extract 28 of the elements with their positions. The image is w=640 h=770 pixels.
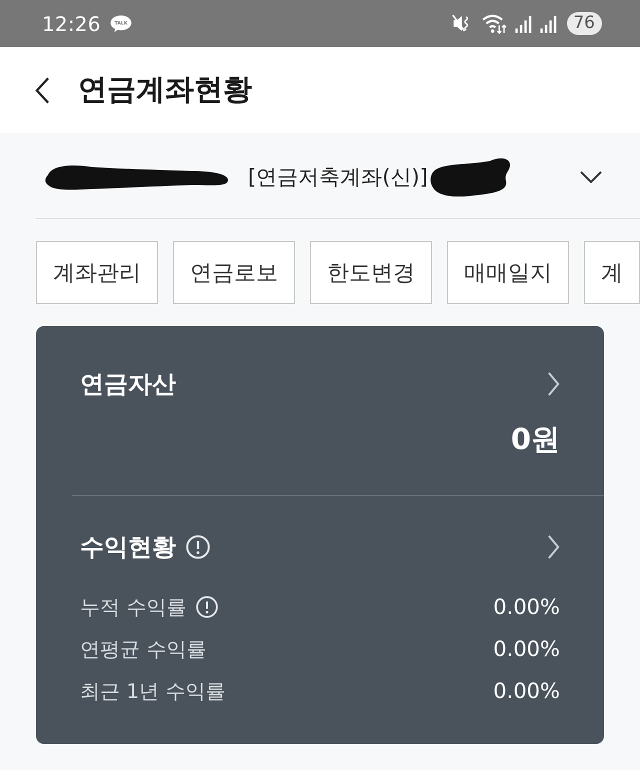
- chevron-right-icon[interactable]: [547, 535, 560, 559]
- signal-icon: [515, 14, 532, 32]
- exclamation-icon[interactable]: [196, 596, 218, 618]
- return-value: 0.00%: [493, 637, 560, 661]
- return-label: 누적 수익률: [80, 594, 186, 620]
- chevron-right-icon[interactable]: [547, 372, 560, 396]
- page-title: 연금계좌현황: [78, 71, 252, 108]
- section-title: 수익현황: [80, 532, 176, 563]
- account-dropdown-button[interactable]: [580, 171, 602, 183]
- return-label: 최근 1년 수익률: [80, 678, 226, 704]
- signal-icon: [540, 14, 558, 32]
- wifi-icon: [482, 13, 508, 34]
- back-icon[interactable]: [35, 76, 50, 104]
- menu-tab[interactable]: 계: [584, 241, 640, 304]
- chevron-down-icon: [580, 171, 602, 183]
- status-time: 12:26: [42, 12, 101, 36]
- asset-amount: 0원: [510, 421, 560, 457]
- menu-tab[interactable]: 계좌관리: [36, 241, 158, 304]
- battery-indicator: 76: [567, 12, 602, 35]
- section-title: 연금자산: [80, 369, 176, 400]
- menu-tab[interactable]: 연금로보: [173, 241, 295, 304]
- return-label: 연평균 수익률: [80, 636, 206, 662]
- return-value: 0.00%: [493, 595, 560, 619]
- return-value: 0.00%: [493, 679, 560, 703]
- exclamation-icon[interactable]: [186, 535, 210, 559]
- account-type: [연금저축계좌(신)]: [248, 164, 428, 191]
- menu-tab[interactable]: 매매일지: [447, 241, 569, 304]
- menu-tab[interactable]: 한도변경: [310, 241, 432, 304]
